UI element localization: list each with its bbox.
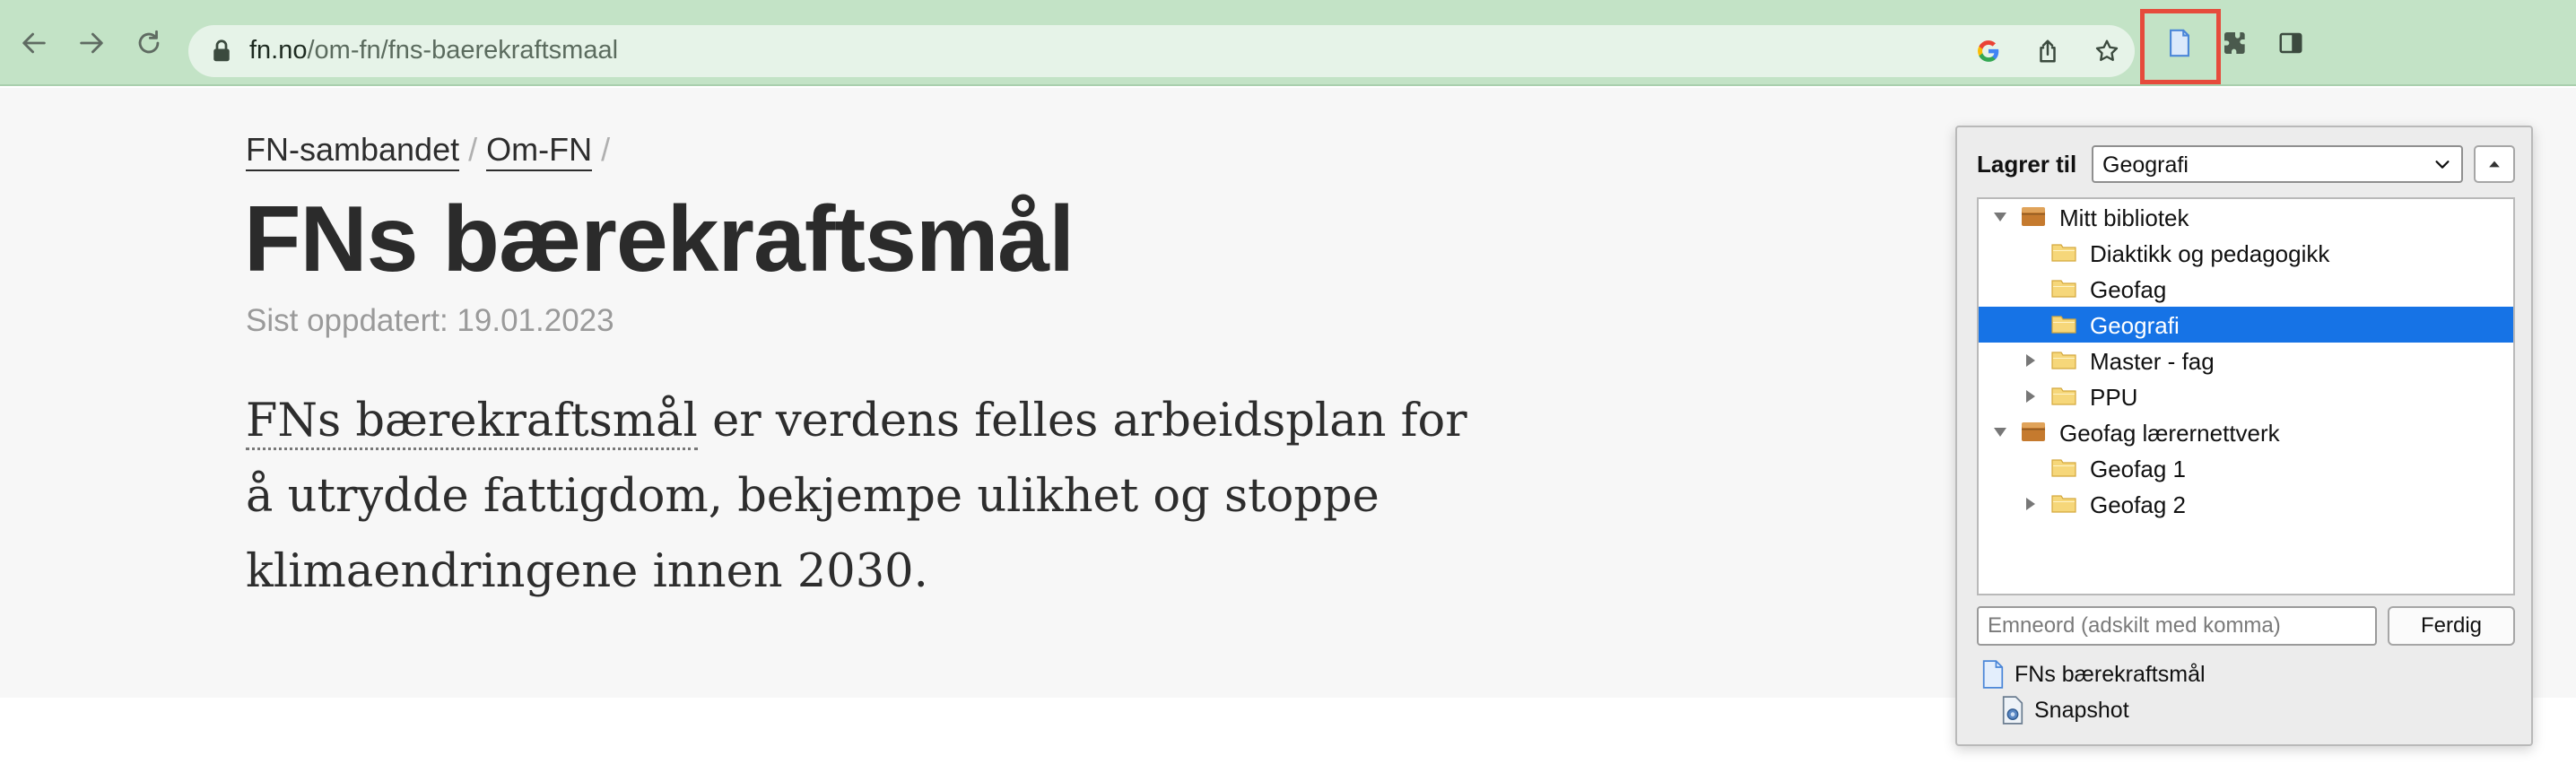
google-icon[interactable]: [1973, 36, 2004, 66]
chevron-up-icon: [2489, 161, 2500, 168]
lock-icon[interactable]: [208, 38, 235, 65]
saved-item-title: FNs bærekraftsmål: [2015, 662, 2206, 687]
twisty-expanded-icon[interactable]: [1991, 423, 2009, 441]
twisty-collapsed-icon[interactable]: [2022, 495, 2040, 513]
tree-row-label: Geofag 1: [2090, 456, 2186, 482]
forward-icon[interactable]: [74, 25, 109, 61]
tree-row-label: Mitt bibliotek: [2059, 204, 2189, 231]
group-library-icon: [2022, 422, 2045, 441]
share-icon[interactable]: [2032, 36, 2063, 66]
url-text[interactable]: fn.no/om-fn/fns-baerekraftsmaal: [249, 36, 618, 65]
folder-icon: [2051, 387, 2076, 405]
updated-date: Sist oppdatert: 19.01.2023: [246, 303, 614, 338]
folder-icon: [2051, 316, 2076, 334]
folder-icon: [2051, 352, 2076, 369]
breadcrumb-separator: /: [601, 131, 611, 168]
folder-icon: [2051, 495, 2076, 513]
tree-row-master-fag[interactable]: Master - fag: [1979, 343, 2513, 378]
twisty-expanded-icon[interactable]: [1991, 208, 2009, 226]
tree-row-label: Diaktikk og pedagogikk: [2090, 240, 2330, 267]
folder-icon: [2051, 459, 2076, 477]
tree-row-geofag-1[interactable]: Geofag 1: [1979, 450, 2513, 486]
reload-icon[interactable]: [131, 25, 167, 61]
collection-tree[interactable]: Mitt bibliotek Diaktikk og pedagogikk Ge…: [1977, 197, 2515, 595]
breadcrumb: FN-sambandet / Om-FN /: [246, 131, 619, 171]
tree-row-label: Geofag lærernettverk: [2059, 420, 2280, 447]
lead-link[interactable]: FNs bærekraftsmål: [246, 395, 698, 450]
attachment-label: Snapshot: [2034, 698, 2129, 723]
library-icon: [2022, 207, 2045, 226]
folder-icon: [2051, 280, 2076, 298]
tree-row-label: Geofag: [2090, 276, 2167, 303]
back-icon[interactable]: [16, 25, 52, 61]
tree-row-label: Geofag 2: [2090, 491, 2186, 518]
extensions-icon[interactable]: [2217, 25, 2253, 61]
tree-row-geofag-2[interactable]: Geofag 2: [1979, 486, 2513, 522]
page-title: FNs bærekraftsmål: [244, 187, 1075, 291]
save-to-label: Lagrer til: [1977, 151, 2077, 178]
breadcrumb-link-om-fn[interactable]: Om-FN: [486, 131, 593, 171]
tree-row-label: PPU: [2090, 384, 2138, 411]
tree-row-geografi-selected[interactable]: Geografi: [1979, 307, 2513, 343]
tree-row-label: Geografi: [2090, 312, 2180, 339]
tree-row-label: Master - fag: [2090, 348, 2215, 375]
collapse-tree-button[interactable]: [2474, 145, 2515, 183]
twisty-collapsed-icon[interactable]: [2022, 387, 2040, 405]
twisty-collapsed-icon[interactable]: [2022, 352, 2040, 369]
lead-paragraph: FNs bærekraftsmål er verdens felles arbe…: [246, 384, 1501, 610]
tree-row-geofag[interactable]: Geofag: [1979, 271, 2513, 307]
tree-row-mitt-bibliotek[interactable]: Mitt bibliotek: [1979, 199, 2513, 235]
zotero-save-popup: Lagrer til Geografi Mitt bibliotek Diakt…: [1955, 126, 2533, 746]
tree-row-ppu[interactable]: PPU: [1979, 378, 2513, 414]
breadcrumb-separator: /: [468, 131, 478, 168]
address-bar[interactable]: fn.no/om-fn/fns-baerekraftsmaal: [188, 25, 2135, 77]
collection-select-value: Geografi: [2102, 152, 2189, 178]
tree-row-geofag-laerernettverk[interactable]: Geofag lærernettverk: [1979, 414, 2513, 450]
breadcrumb-link-fn-sambandet[interactable]: FN-sambandet: [246, 131, 460, 171]
webpage-item-icon: [1982, 660, 2004, 689]
tree-row-diaktikk[interactable]: Diaktikk og pedagogikk: [1979, 235, 2513, 271]
zotero-button-highlight: [2140, 9, 2221, 84]
collection-select[interactable]: Geografi: [2092, 145, 2463, 183]
side-panel-icon[interactable]: [2273, 25, 2309, 61]
browser-toolbar: fn.no/om-fn/fns-baerekraftsmaal: [0, 0, 2576, 86]
folder-icon: [2051, 244, 2076, 262]
done-button[interactable]: Ferdig: [2388, 606, 2515, 646]
chevron-down-icon: [2435, 161, 2450, 169]
tags-input[interactable]: [1977, 606, 2377, 646]
snapshot-icon: [2002, 696, 2023, 725]
bookmark-star-icon[interactable]: [2092, 36, 2122, 66]
